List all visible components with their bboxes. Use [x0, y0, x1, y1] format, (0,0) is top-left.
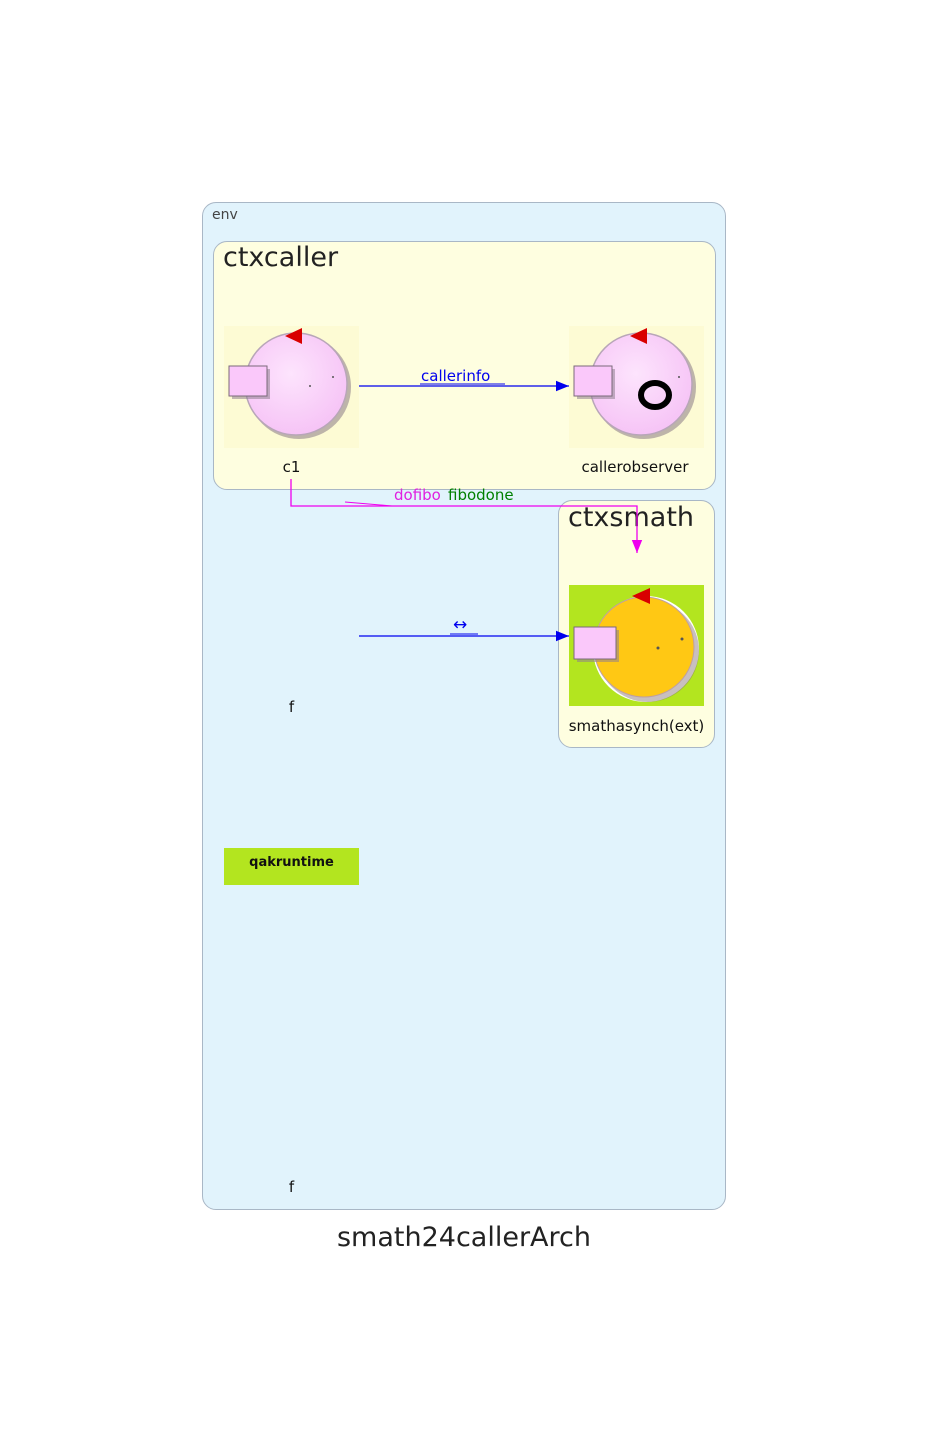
node-label-smathasynch: smathasynch(ext) — [568, 717, 705, 735]
diagram-title: smath24callerArch — [336, 1222, 591, 1253]
edge-label-dofibo: dofibo — [394, 486, 441, 504]
actor-smathasynch-icon[interactable] — [569, 585, 704, 706]
node-label-c1: c1 — [282, 458, 301, 476]
actor-c1-icon[interactable] — [224, 326, 359, 448]
edge-label-callerinfo: callerinfo — [421, 367, 491, 385]
edge-label-fibodone: fibodone — [448, 486, 514, 504]
node-label-f: f — [288, 698, 295, 716]
qakruntime-node[interactable]: qakruntime — [224, 848, 359, 885]
actor-callerobserver-icon[interactable] — [569, 326, 704, 448]
edge-label-f-to-smath: ↔ — [453, 615, 468, 635]
node-label-f-bottom: f — [288, 1178, 295, 1196]
node-label-callerobserver: callerobserver — [581, 458, 689, 476]
